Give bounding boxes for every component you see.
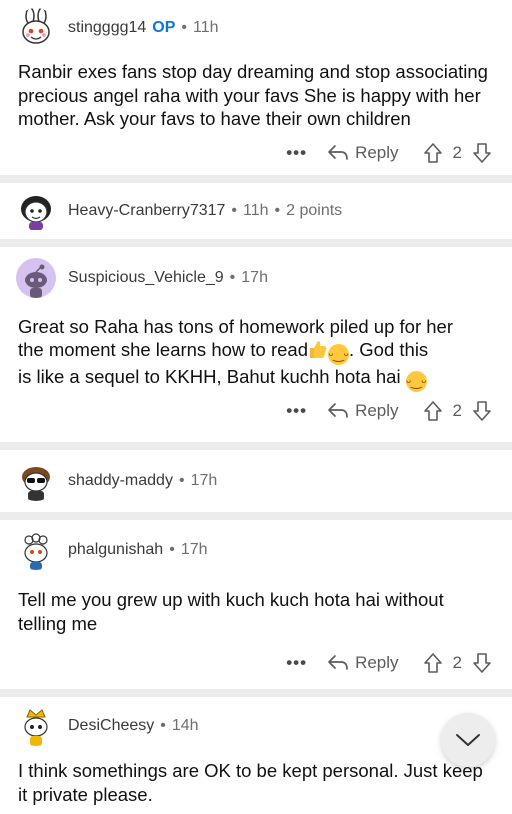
separator-dot: • [231, 201, 238, 219]
snoo-crown-avatar-icon [24, 709, 48, 746]
comment-header: phalgunishah • 17h [0, 520, 512, 580]
separator-dot: • [178, 472, 185, 489]
comment-meta: Heavy-Cranberry7317 • 11h • 2 points [68, 202, 342, 220]
comment-divider [0, 689, 512, 697]
avatar[interactable] [16, 706, 56, 746]
vote-score: 2 [452, 401, 462, 420]
comment-divider [0, 174, 512, 183]
comment-age: 17h [180, 541, 208, 558]
more-options-icon[interactable]: ••• [286, 401, 307, 421]
reply-label: Reply [355, 142, 399, 162]
comment-text: Great so Raha has tons of homework piled… [18, 315, 453, 337]
downvote-arrow-icon[interactable] [472, 142, 492, 164]
avatar[interactable] [16, 530, 56, 570]
comment-divider [0, 512, 512, 520]
reply-label: Reply [355, 653, 399, 672]
username[interactable]: Suspicious_Vehicle_9 [68, 269, 224, 287]
downvote-arrow-icon[interactable] [472, 652, 492, 674]
vote-controls: 2 [423, 652, 492, 674]
sweat-smile-emoji-icon: ᵕ‿ᵕ [405, 371, 427, 392]
upvote-arrow-icon[interactable] [423, 652, 443, 674]
comment-actions: ••• Reply 2 [0, 392, 512, 430]
comment-divider [0, 442, 512, 450]
op-badge: OP [152, 19, 176, 36]
comment-meta: DesiCheesy • 14h [68, 717, 199, 735]
downvote-arrow-icon[interactable] [472, 400, 492, 422]
separator-dot: • [160, 717, 166, 734]
comment-body: Tell me you grew up with kuch kuch hota … [18, 589, 444, 634]
snoo-sunglasses-avatar-icon [22, 467, 50, 501]
username[interactable]: shaddy-maddy [68, 472, 173, 490]
reply-arrow-icon [328, 655, 348, 670]
comment-body: Great so Raha has tons of homework piled… [0, 309, 512, 392]
username[interactable]: stingggg14 [68, 19, 146, 37]
avatar[interactable] [16, 461, 56, 501]
separator-dot: • [169, 541, 175, 558]
comment-header: DesiCheesy • 14h [0, 697, 512, 755]
comment-text: . God this [349, 339, 429, 360]
scroll-down-button[interactable] [441, 713, 495, 767]
separator-dot: • [229, 268, 236, 286]
snoo-curly-hair-avatar-icon [24, 533, 48, 570]
vote-controls: 2 [423, 400, 492, 422]
thumbs-up-emoji-icon [308, 339, 328, 359]
comment: phalgunishah • 17h Tell me you grew up w… [0, 520, 512, 685]
snoo-bunny-avatar-icon [22, 8, 50, 44]
comment-actions: ••• Reply 2 [0, 641, 512, 685]
comment-header: Heavy-Cranberry7317 • 11h • 2 points [0, 183, 512, 239]
reply-arrow-icon [328, 403, 348, 418]
comment-header: Suspicious_Vehicle_9 • 17h [0, 247, 512, 309]
snoo-dark-hair-avatar-icon [21, 195, 51, 230]
upvote-arrow-icon[interactable] [423, 400, 443, 422]
comment-header: shaddy-maddy • 17h [0, 450, 512, 512]
username[interactable]: Heavy-Cranberry7317 [68, 202, 225, 220]
sweat-smile-emoji-icon: ᵕ‿ᵕ [328, 344, 349, 365]
chevron-down-icon [456, 734, 480, 746]
separator-dot: • [181, 19, 188, 36]
comment-age: 14h [171, 717, 199, 734]
comment-body: Ranbir exes fans stop day dreaming and s… [18, 61, 488, 129]
comment-age: 11h [243, 201, 269, 219]
vote-score: 2 [452, 142, 462, 162]
more-options-icon[interactable]: ••• [286, 653, 307, 673]
comment-meta: phalgunishah • 17h [68, 541, 208, 559]
upvote-arrow-icon[interactable] [423, 142, 443, 164]
default-snoo-avatar-icon [25, 264, 47, 298]
comment-divider [0, 238, 512, 247]
vote-controls: 2 [423, 142, 492, 164]
comment-collapsed[interactable]: shaddy-maddy • 17h [0, 450, 512, 512]
comment: stingggg14 OP • 11h Ranbir exes fans sto… [0, 0, 512, 175]
avatar[interactable] [16, 257, 56, 298]
comment-collapsed[interactable]: Heavy-Cranberry7317 • 11h • 2 points [0, 182, 512, 239]
comment-meta: Suspicious_Vehicle_9 • 17h [68, 269, 268, 287]
comment-text: the moment she learns how to read [18, 339, 308, 360]
comment: Suspicious_Vehicle_9 • 17h Great so Raha… [0, 246, 512, 430]
reply-arrow-icon [328, 144, 348, 160]
comment-meta: shaddy-maddy • 17h [68, 472, 217, 490]
reply-button[interactable]: Reply [327, 401, 399, 421]
avatar[interactable] [16, 190, 56, 231]
comment-points: 2 points [286, 201, 343, 219]
comment-age: 17h [190, 472, 218, 489]
reply-button[interactable]: Reply [327, 653, 399, 673]
username[interactable]: phalgunishah [68, 541, 163, 559]
more-options-icon[interactable]: ••• [286, 143, 307, 163]
avatar[interactable] [16, 8, 56, 48]
vote-score: 2 [452, 653, 462, 672]
comment-age: 17h [241, 268, 268, 286]
reply-button[interactable]: Reply [327, 142, 399, 163]
comment-header: stingggg14 OP • 11h [0, 0, 512, 56]
username[interactable]: DesiCheesy [68, 717, 154, 735]
comment: DesiCheesy • 14h I think somethings are … [0, 697, 512, 806]
comment-actions: ••• Reply 2 [0, 131, 512, 175]
separator-dot: • [274, 201, 281, 219]
comment-body: I think somethings are OK to be kept per… [18, 760, 483, 805]
comment-meta: stingggg14 OP • 11h [68, 19, 219, 37]
reply-label: Reply [355, 401, 399, 420]
comment-text: is like a sequel to KKHH, Bahut kuchh ho… [18, 366, 401, 387]
comment-age: 11h [193, 19, 219, 36]
